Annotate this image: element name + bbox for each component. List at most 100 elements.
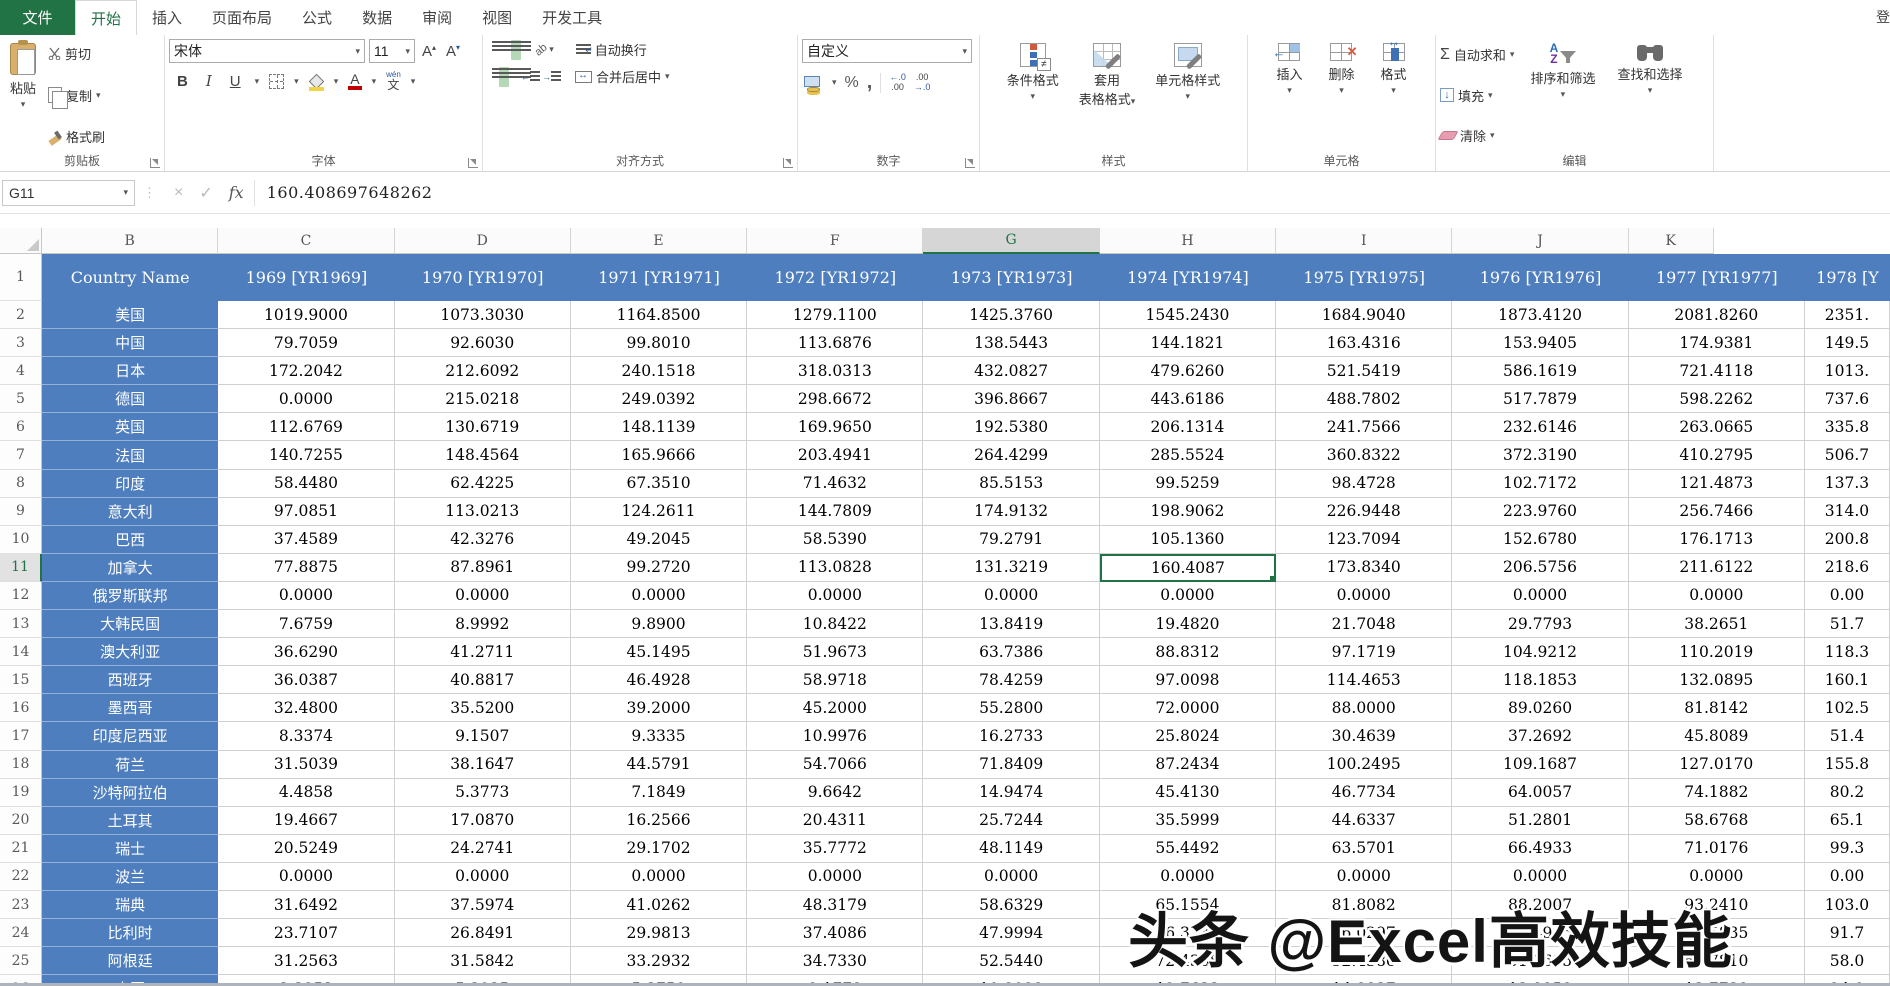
country-cell[interactable]: 加拿大 [42,553,219,582]
table-cell[interactable]: 241.7566 [1276,413,1453,442]
table-cell[interactable]: 37.4086 [747,919,924,948]
table-cell[interactable]: 42.3276 [394,525,571,554]
table-cell[interactable]: 521.5419 [1276,357,1453,386]
select-all-corner[interactable] [0,228,42,254]
row-number-3[interactable]: 3 [0,329,42,358]
phonetic-dropdown-arrow[interactable]: ▾ [411,76,416,86]
country-cell[interactable]: 美国 [42,301,219,330]
header-cell-year[interactable]: 1970 [YR1970] [394,254,571,301]
table-cell[interactable]: 23.7107 [218,919,395,948]
table-cell[interactable]: 0.0000 [394,862,571,891]
table-cell[interactable]: 87.2434 [1099,750,1277,779]
phonetic-guide-button[interactable]: wén 文 [386,71,401,92]
orientation-button[interactable]: ab [533,41,550,58]
table-cell[interactable]: 215.0218 [394,385,571,414]
format-cells-dropdown-arrow[interactable]: ▾ [1391,86,1396,95]
row-number-22[interactable]: 22 [0,862,42,891]
table-cell-partial[interactable]: 99.3 [1804,834,1890,863]
sort-filter-button[interactable]: AZ 排序和筛选 ▾ [1524,39,1601,151]
find-select-button[interactable]: 查找和选择 ▾ [1611,39,1688,151]
clear-button[interactable]: 清除 ▾ [1437,126,1514,145]
country-cell[interactable]: 土耳其 [42,806,219,835]
number-format-combobox[interactable]: 自定义 ▾ [802,39,972,63]
sort-filter-dropdown-arrow[interactable]: ▾ [1561,89,1566,99]
column-header-K[interactable]: K [1628,228,1714,254]
table-cell[interactable]: 31.5039 [218,750,395,779]
table-cell[interactable]: 88.8312 [1099,638,1277,667]
country-cell[interactable]: 墨西哥 [42,694,219,723]
table-cell[interactable]: 35.5999 [1099,806,1277,835]
column-header-J[interactable]: J [1452,228,1629,254]
country-cell[interactable]: 日本 [42,357,219,386]
row-number-4[interactable]: 4 [0,357,42,386]
column-header-H[interactable]: H [1099,228,1277,254]
table-cell-partial[interactable]: 155.8 [1804,750,1890,779]
country-cell[interactable]: 瑞典 [42,890,219,920]
orientation-dropdown-arrow[interactable]: ▾ [549,45,554,54]
table-cell[interactable]: 45.1495 [570,638,748,667]
table-cell[interactable]: 40.8817 [394,666,571,695]
table-cell[interactable]: 249.0392 [570,385,748,414]
alignment-dialog-launcher[interactable] [783,158,793,168]
table-cell[interactable]: 206.5756 [1452,553,1629,582]
table-cell-partial[interactable]: 218.6 [1804,553,1890,582]
table-cell[interactable]: 192.5380 [923,413,1100,442]
table-cell[interactable]: 5.3773 [394,778,571,807]
table-cell[interactable]: 45.8089 [1628,722,1805,751]
table-cell[interactable]: 212.6092 [394,357,571,386]
table-cell[interactable]: 44.5791 [570,750,748,779]
row-number-5[interactable]: 5 [0,385,42,414]
table-cell[interactable]: 41.2711 [394,638,571,667]
bold-button[interactable]: B [173,73,192,90]
row-number-11[interactable]: 11 [0,553,42,582]
table-cell[interactable]: 0.0000 [1099,581,1277,611]
table-cell[interactable]: 152.6780 [1452,525,1629,554]
decrease-decimal-button[interactable]: .00 →.0 [914,72,931,93]
table-cell[interactable]: 10.8422 [747,610,924,639]
row-number-8[interactable]: 8 [0,469,42,498]
table-cell[interactable]: 372.3190 [1452,441,1629,470]
table-cell[interactable]: 79.2791 [923,525,1100,554]
increase-indent-button[interactable] [542,71,561,82]
table-cell[interactable]: 54.7066 [747,750,924,779]
tab-review[interactable]: 审阅 [407,0,467,35]
table-cell[interactable]: 58.4480 [218,469,395,498]
table-cell-partial[interactable]: 335.8 [1804,413,1890,442]
fill-color-dropdown-arrow[interactable]: ▾ [334,76,339,86]
table-cell[interactable]: 198.9062 [1099,497,1277,526]
table-cell[interactable]: 97.0098 [1099,666,1277,695]
table-cell[interactable]: 46.4928 [570,666,748,695]
country-cell[interactable]: 英国 [42,413,219,442]
italic-button[interactable]: I [202,72,216,90]
country-cell[interactable]: 澳大利亚 [42,638,219,667]
table-cell[interactable]: 87.8961 [394,553,571,582]
header-cell-country-name[interactable]: Country Name [42,254,219,301]
table-cell[interactable]: 20.4311 [747,806,924,835]
tab-formulas[interactable]: 公式 [287,0,347,35]
table-cell[interactable]: 52.5440 [923,947,1100,976]
table-cell[interactable]: 113.6876 [747,329,924,358]
table-cell[interactable]: 41.0262 [570,890,748,920]
table-cell[interactable]: 100.2495 [1276,750,1453,779]
table-cell[interactable]: 29.9813 [570,919,748,948]
table-cell-partial[interactable]: 0.00 [1804,862,1890,891]
table-cell[interactable]: 39.2000 [570,694,748,723]
table-cell[interactable]: 8.9992 [394,610,571,639]
table-cell[interactable]: 25.7244 [923,806,1100,835]
table-cell[interactable]: 169.9650 [747,413,924,442]
table-cell-partial[interactable]: 200.8 [1804,525,1890,554]
table-cell[interactable]: 99.5259 [1099,469,1277,498]
find-select-dropdown-arrow[interactable]: ▾ [1648,86,1653,95]
accounting-format-button[interactable] [804,75,824,92]
row-number-7[interactable]: 7 [0,441,42,470]
table-cell[interactable]: 1019.9000 [218,301,395,330]
autosum-dropdown-arrow[interactable]: ▾ [1510,50,1515,59]
table-cell[interactable]: 58.6329 [923,890,1100,920]
merge-center-dropdown-arrow[interactable]: ▾ [665,72,670,81]
table-cell[interactable]: 172.2042 [218,357,395,386]
table-cell-partial[interactable]: 91.7 [1804,919,1890,948]
table-cell[interactable]: 1164.8500 [570,301,748,330]
table-cell[interactable]: 71.8409 [923,750,1100,779]
country-cell[interactable]: 巴西 [42,525,219,554]
table-cell[interactable]: 0.0000 [747,581,924,611]
